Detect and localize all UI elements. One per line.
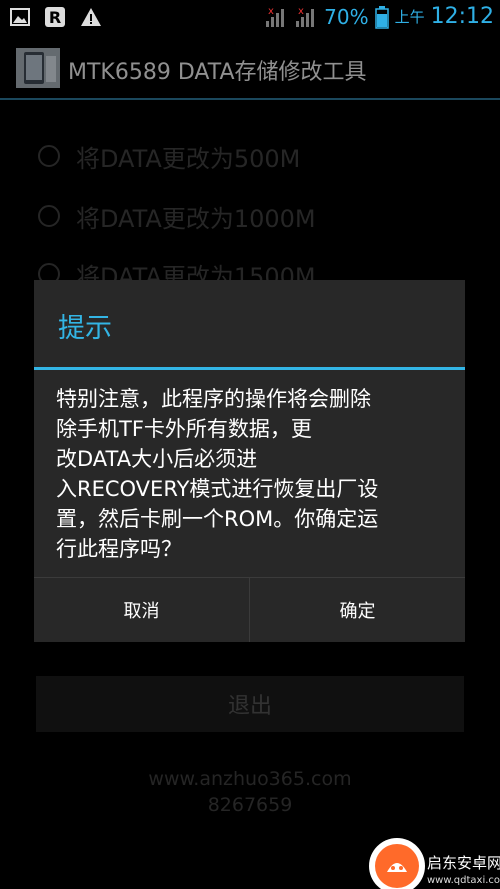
dialog-message: 特别注意，此程序的操作将会删除 除手机TF卡外所有数据，更 改DATA大小后必须… xyxy=(56,384,448,564)
dialog-message-line: 改DATA大小后必须进 xyxy=(56,447,258,471)
confirm-button[interactable]: 确定 xyxy=(250,578,465,642)
gallery-icon xyxy=(10,8,30,26)
dialog-message-line: 除手机TF卡外所有数据，更 xyxy=(56,417,312,441)
warning-icon xyxy=(81,8,101,26)
dialog-button-bar: 取消 确定 xyxy=(34,578,465,642)
battery-percent: 70% xyxy=(324,4,369,29)
watermark-logo: 启东安卓网 www.qdtaxi.com xyxy=(369,838,500,889)
cancel-button[interactable]: 取消 xyxy=(34,578,250,642)
signal-no-sim-icon-2: x xyxy=(296,6,315,27)
svg-text:www.qdtaxi.com: www.qdtaxi.com xyxy=(427,875,500,886)
svg-text:启东安卓网: 启东安卓网 xyxy=(427,854,500,872)
dialog-message-line: 行此程序吗？ xyxy=(56,537,182,561)
dialog-message-line: 入RECOVERY模式进行恢复出厂设 xyxy=(56,477,379,501)
app-r-icon: R xyxy=(45,7,65,27)
battery-icon xyxy=(374,5,389,29)
confirm-dialog: 提示 特别注意，此程序的操作将会删除 除手机TF卡外所有数据，更 改DATA大小… xyxy=(34,280,465,642)
signal-no-sim-icon: x xyxy=(266,6,285,27)
svg-text:x: x xyxy=(268,6,274,17)
svg-text:R: R xyxy=(49,8,61,27)
dialog-message-line: 置，然后卡刷一个ROM。你确定运 xyxy=(56,507,379,531)
status-bar: R x x 70% 上午 12:12 xyxy=(0,0,500,36)
clock: 12:12 xyxy=(430,4,494,29)
dialog-message-line: 特别注意，此程序的操作将会删除 xyxy=(56,387,371,411)
dialog-title: 提示 xyxy=(58,313,112,344)
ampm-label: 上午 xyxy=(394,8,425,26)
svg-text:x: x xyxy=(298,6,304,17)
dialog-title-divider xyxy=(34,367,465,370)
